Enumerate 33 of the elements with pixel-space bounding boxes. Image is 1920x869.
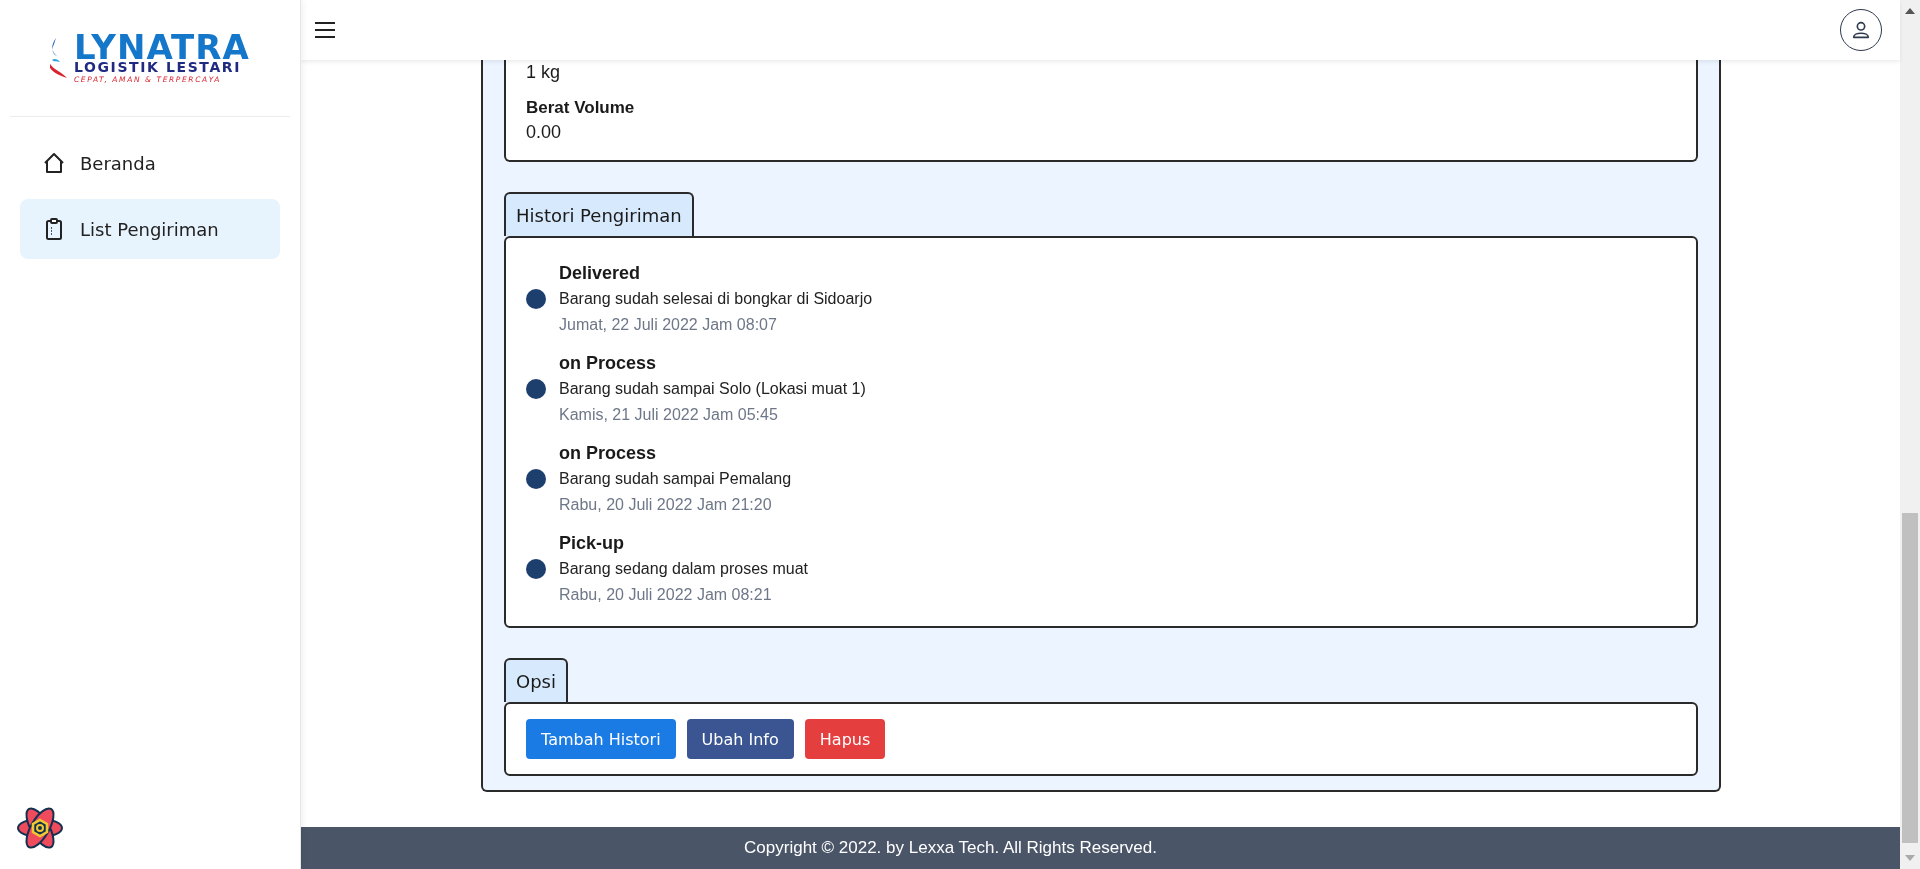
user-avatar-button[interactable] <box>1840 9 1882 51</box>
timeline-dot <box>526 469 546 489</box>
entry-time: Jumat, 22 Juli 2022 Jam 08:07 <box>559 315 777 335</box>
entry-status: Delivered <box>559 262 641 285</box>
entry-time: Rabu, 20 Juli 2022 Jam 08:21 <box>559 585 772 605</box>
entry-description: Barang sedang dalam proses muat <box>559 559 809 579</box>
timeline-dot <box>526 379 546 399</box>
entry-status: Pick-up <box>559 532 624 555</box>
timeline-dot <box>526 559 546 579</box>
action-button[interactable]: Ubah Info <box>686 719 794 759</box>
field-value: 1 kg <box>526 61 561 84</box>
entry-status: on Process <box>559 442 657 465</box>
scroll-up-icon[interactable] <box>1905 8 1915 14</box>
scrollbar[interactable] <box>1900 0 1920 869</box>
logo-subtitle: LOGISTIK LESTARI <box>74 60 243 75</box>
home-icon <box>42 151 66 175</box>
copyright-text: Copyright © 2022. by Lexxa Tech. All Rights Reserved. <box>744 838 1157 858</box>
timeline-dot <box>526 289 546 309</box>
entry-time: Kamis, 21 Juli 2022 Jam 05:45 <box>559 405 778 425</box>
logo-wordmark: LYNATRA <box>74 34 250 60</box>
entry-description: Barang sudah sampai Pemalang <box>559 469 792 489</box>
field-value: 0.00 <box>526 121 562 144</box>
sidebar-item[interactable]: Beranda <box>20 133 280 193</box>
entry-status: on Process <box>559 352 657 375</box>
entry-time: Rabu, 20 Juli 2022 Jam 21:20 <box>559 495 772 515</box>
entry-description: Barang sudah sampai Solo (Lokasi muat 1) <box>559 379 866 399</box>
action-button[interactable]: Tambah Histori <box>526 719 676 759</box>
scrollbar-thumb[interactable] <box>1902 513 1918 843</box>
user-icon <box>1850 19 1872 41</box>
sidebar-item[interactable]: List Pengiriman <box>20 199 280 259</box>
action-button[interactable]: Hapus <box>804 719 886 759</box>
entry-description: Barang sudah selesai di bongkar di Sidoarjo <box>559 289 873 309</box>
field-label: Berat Volume <box>526 97 635 119</box>
